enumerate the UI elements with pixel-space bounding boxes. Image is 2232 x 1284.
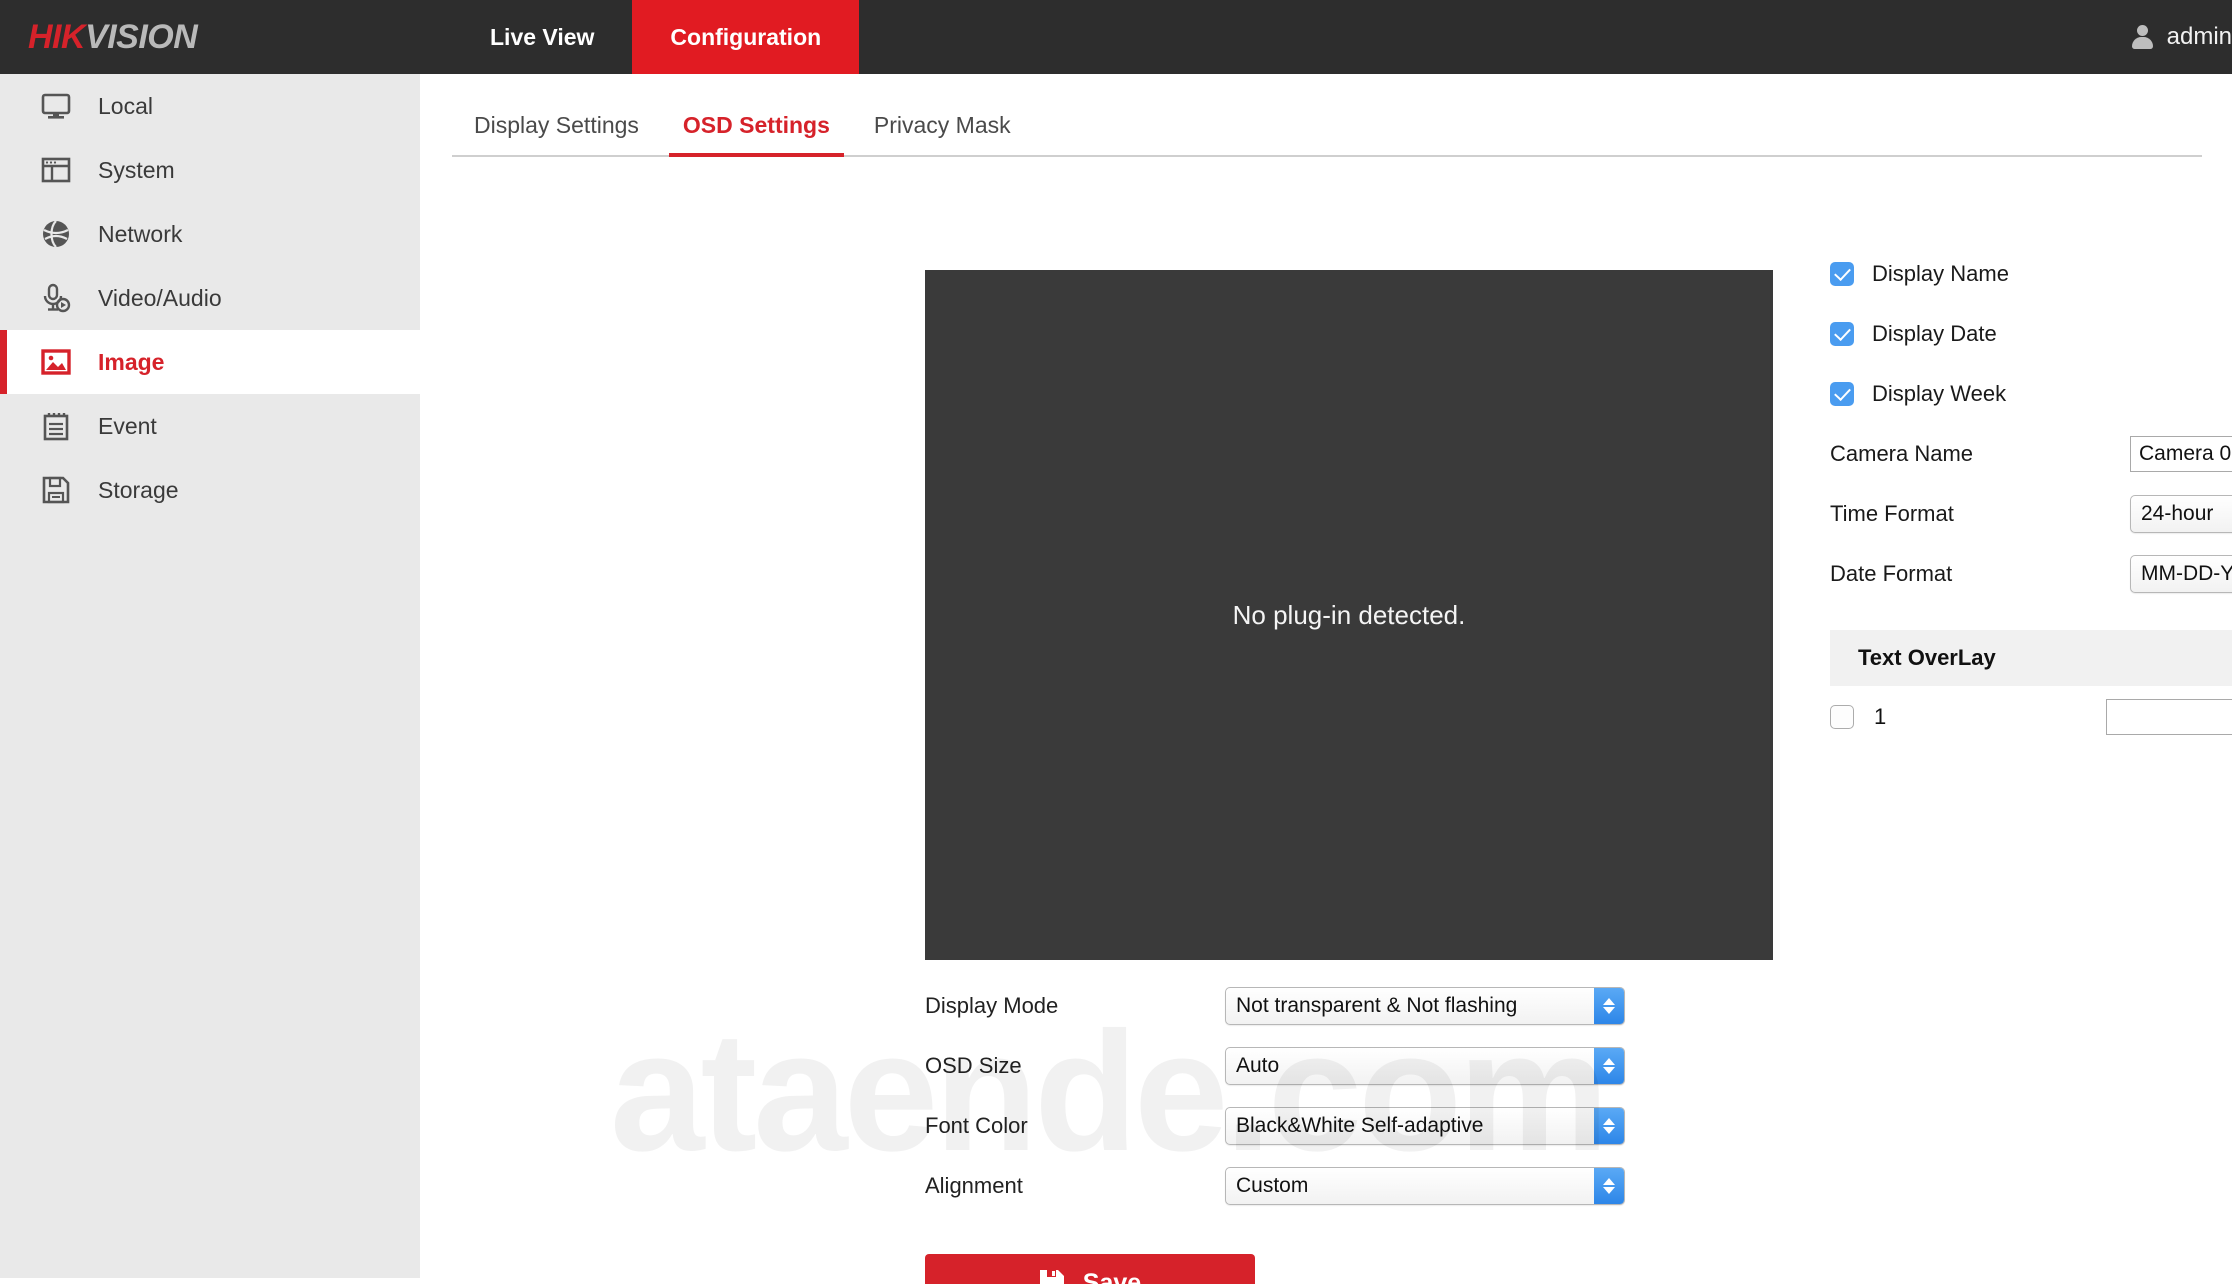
select-value: 24-hour — [2141, 502, 2214, 525]
sidebar-item-label: Video/Audio — [98, 284, 222, 311]
sidebar-item-label: Local — [98, 92, 153, 119]
page-root: HIKVISION Live View Configuration admin — [0, 0, 2232, 1284]
field-camera-name: Camera Name Camera 01 — [1830, 424, 2232, 484]
image-icon — [40, 346, 72, 378]
chevron-updown-icon[interactable] — [1594, 1168, 1624, 1204]
sidebar-item-network[interactable]: Network — [0, 202, 420, 266]
font-color-select[interactable]: Black&White Self-adaptive — [1225, 1107, 1625, 1145]
field-label: Time Format — [1830, 501, 1954, 526]
globe-icon — [40, 218, 72, 250]
tab-display-settings[interactable]: Display Settings — [452, 112, 661, 155]
checkbox-label: Display Name — [1872, 261, 2009, 286]
logo-vision-text: VISION — [85, 17, 198, 56]
user-icon — [2129, 24, 2155, 50]
text-overlay-section-header: Text OverLay — [1830, 630, 2232, 686]
select-value: Black&White Self-adaptive — [1236, 1114, 1484, 1137]
video-preview[interactable]: No plug-in detected. — [925, 270, 1773, 960]
field-label: Display Mode — [925, 993, 1059, 1018]
nav-item-configuration[interactable]: Configuration — [632, 0, 860, 74]
chevron-updown-icon[interactable] — [1594, 1108, 1624, 1144]
main-content: Display Settings OSD Settings Privacy Ma… — [420, 74, 2232, 1284]
select-value: Not transparent & Not flashing — [1236, 994, 1518, 1017]
checkbox-display-name[interactable] — [1830, 262, 1854, 286]
field-osd-size: OSD Size Auto — [925, 1036, 1645, 1096]
sidebar-item-event[interactable]: Event — [0, 394, 420, 458]
brand-logo: HIKVISION — [0, 0, 420, 74]
sidebar-item-label: System — [98, 156, 175, 183]
field-label: Camera Name — [1830, 441, 1974, 466]
logo-hik-text: HIK — [28, 17, 86, 56]
osd-size-select[interactable]: Auto — [1225, 1047, 1625, 1085]
checkbox-label: Display Date — [1872, 321, 1997, 346]
sidebar-item-video-audio[interactable]: Video/Audio — [0, 266, 420, 330]
tab-osd-settings[interactable]: OSD Settings — [661, 112, 852, 157]
field-time-format: Time Format 24-hour — [1830, 484, 2232, 544]
field-date-format: Date Format MM-DD-YYYY — [1830, 544, 2232, 604]
field-display-mode: Display Mode Not transparent & Not flash… — [925, 976, 1645, 1036]
row-display-week: Display Week — [1830, 364, 2232, 424]
text-overlay-row-1: 1 — [1830, 686, 2232, 748]
sidebar-item-label: Storage — [98, 476, 179, 503]
window-icon — [40, 154, 72, 186]
select-value: Custom — [1236, 1174, 1309, 1197]
nav-item-live-view[interactable]: Live View — [452, 0, 632, 74]
monitor-icon — [40, 90, 72, 122]
alignment-select[interactable]: Custom — [1225, 1167, 1625, 1205]
sidebar-item-label: Image — [98, 348, 165, 375]
chevron-updown-icon[interactable] — [1594, 988, 1624, 1024]
osd-right-panel: Display Name Display Date Display Week C… — [1830, 244, 2232, 748]
checkbox-text-overlay-1[interactable] — [1830, 705, 1854, 729]
sidebar-item-label: Event — [98, 412, 157, 439]
field-label: OSD Size — [925, 1053, 1022, 1078]
field-font-color: Font Color Black&White Self-adaptive — [925, 1096, 1645, 1156]
checkbox-display-week[interactable] — [1830, 382, 1854, 406]
row-display-name: Display Name — [1830, 244, 2232, 304]
osd-left-form: Display Mode Not transparent & Not flash… — [925, 976, 1645, 1216]
row-display-date: Display Date — [1830, 304, 2232, 364]
no-plugin-message: No plug-in detected. — [1232, 599, 1466, 630]
sidebar-item-storage[interactable]: Storage — [0, 458, 420, 522]
sidebar-item-local[interactable]: Local — [0, 74, 420, 138]
save-button[interactable]: Save — [925, 1254, 1255, 1284]
date-format-select[interactable]: MM-DD-YYYY — [2130, 555, 2232, 593]
floppy-disk-icon — [40, 474, 72, 506]
top-header: HIKVISION Live View Configuration admin — [0, 0, 2232, 74]
content-tabs: Display Settings OSD Settings Privacy Ma… — [452, 112, 2202, 157]
field-label: Font Color — [925, 1113, 1028, 1138]
chevron-updown-icon[interactable] — [1594, 1048, 1624, 1084]
field-alignment: Alignment Custom — [925, 1156, 1645, 1216]
user-menu[interactable]: admin — [2129, 0, 2232, 74]
time-format-select[interactable]: 24-hour — [2130, 495, 2232, 533]
sidebar-item-label: Network — [98, 220, 183, 247]
sidebar: Local System Network Video/Audio Image E… — [0, 74, 420, 1278]
sidebar-item-system[interactable]: System — [0, 138, 420, 202]
field-label: Alignment — [925, 1173, 1023, 1198]
tab-privacy-mask[interactable]: Privacy Mask — [852, 112, 1033, 155]
field-label: Date Format — [1830, 561, 1953, 586]
microphone-icon — [40, 282, 72, 314]
checkbox-label: Display Week — [1872, 381, 2007, 406]
text-overlay-input-1[interactable] — [2106, 699, 2232, 735]
display-mode-select[interactable]: Not transparent & Not flashing — [1225, 987, 1625, 1025]
select-value: MM-DD-YYYY — [2141, 562, 2232, 585]
select-value: Auto — [1236, 1054, 1280, 1077]
user-name-label: admin — [2166, 23, 2232, 50]
camera-name-input[interactable]: Camera 01 — [2130, 436, 2232, 472]
text-overlay-title: Text OverLay — [1858, 645, 1996, 670]
main-nav: Live View Configuration — [452, 0, 860, 74]
sidebar-item-image[interactable]: Image — [0, 330, 420, 394]
notepad-icon — [40, 410, 72, 442]
text-overlay-index: 1 — [1874, 704, 1887, 729]
checkbox-display-date[interactable] — [1830, 322, 1854, 346]
save-button-label: Save — [1082, 1268, 1142, 1284]
floppy-disk-icon — [1039, 1269, 1065, 1284]
